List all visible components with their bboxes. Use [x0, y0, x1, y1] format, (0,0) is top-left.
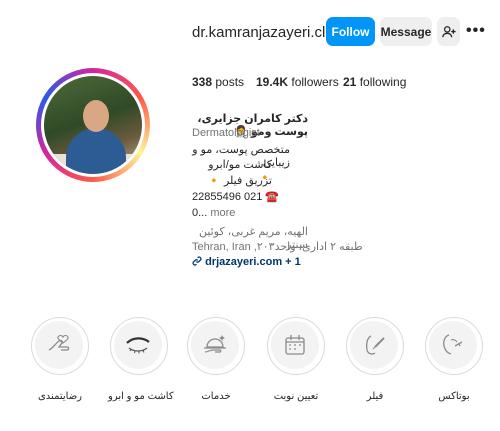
eyebrow-icon	[114, 321, 162, 369]
avatar[interactable]	[44, 76, 142, 174]
highlight-filler[interactable]: فیلر	[344, 317, 406, 402]
highlight-cover	[267, 317, 325, 375]
followers-count: 19.4K	[256, 75, 289, 89]
highlight-label: کاشت مو و ابرو	[108, 391, 174, 402]
telephone-icon: ☎️	[265, 191, 280, 203]
filler-icon	[350, 321, 398, 369]
following-count: 21	[343, 75, 357, 89]
bio-category: Dermatologist	[192, 127, 260, 139]
profile-username: dr.kamranjazayeri.clinic	[192, 24, 348, 41]
message-button[interactable]: Message	[380, 17, 432, 46]
bio-website-link[interactable]: drjazayeri.com	[205, 256, 282, 268]
highlight-label: رضایتمندی	[37, 391, 83, 402]
highlight-label: تعیین نوبت	[273, 391, 319, 402]
highlight-eyebrow[interactable]: کاشت مو و ابرو	[108, 317, 174, 402]
more-options-icon[interactable]: •••	[466, 22, 486, 40]
followers-stat[interactable]: 19.4K followers	[256, 75, 339, 89]
highlight-cover	[425, 317, 483, 375]
orange-diamond-icon: 🔸	[207, 175, 221, 187]
bio-truncated: 0...	[192, 207, 208, 219]
bio-phone-row: 22855496 021 ☎️	[192, 190, 279, 203]
avatar-head	[83, 100, 109, 132]
highlight-botox[interactable]: بوتاکس	[423, 317, 485, 402]
posts-count: 338	[192, 75, 213, 89]
avatar-border	[41, 73, 145, 177]
following-label: following	[359, 75, 407, 89]
bio-line-3: تزریق فیلر 🔸	[192, 174, 272, 187]
highlight-satisfaction[interactable]: رضایتمندی	[29, 317, 91, 402]
follow-button[interactable]: Follow	[326, 17, 375, 46]
botox-icon	[429, 321, 477, 369]
bio-more-row: 0... more	[192, 207, 235, 219]
avatar-body	[66, 128, 126, 174]
calendar-icon	[271, 321, 319, 369]
bio-link-row[interactable]: drjazayeri.com + 1	[192, 256, 301, 268]
profile-avatar-ring[interactable]	[36, 68, 150, 182]
posts-stat: 338 posts	[192, 75, 244, 89]
bio-more-link[interactable]: more	[210, 207, 235, 219]
highlight-label: خدمات	[201, 391, 231, 402]
bio-address-2: Tehran, Iran ,طبقه ۲ اداری، واحد۲۰۳	[192, 241, 363, 253]
following-stat[interactable]: 21 following	[343, 75, 406, 89]
highlight-cover	[346, 317, 404, 375]
services-icon	[191, 321, 239, 369]
bio-line-2-text: کاشت مو/ابرو	[208, 159, 272, 171]
satisfaction-icon	[35, 321, 83, 369]
highlight-label: بوتاکس	[438, 391, 470, 402]
bio-line-3-text: تزریق فیلر	[223, 175, 272, 187]
link-icon	[192, 256, 202, 266]
highlight-label: فیلر	[366, 391, 384, 402]
highlight-cover	[31, 317, 89, 375]
bio-link-extra[interactable]: + 1	[285, 256, 301, 268]
posts-label: posts	[215, 75, 245, 89]
highlight-cover	[110, 317, 168, 375]
add-user-icon	[441, 25, 456, 37]
highlight-appointment[interactable]: تعیین نوبت	[265, 317, 327, 402]
add-user-button[interactable]	[437, 17, 460, 46]
highlight-services[interactable]: خدمات	[185, 317, 247, 402]
bio-phone: 22855496 021	[192, 191, 263, 203]
highlight-cover	[187, 317, 245, 375]
followers-label: followers	[291, 75, 339, 89]
